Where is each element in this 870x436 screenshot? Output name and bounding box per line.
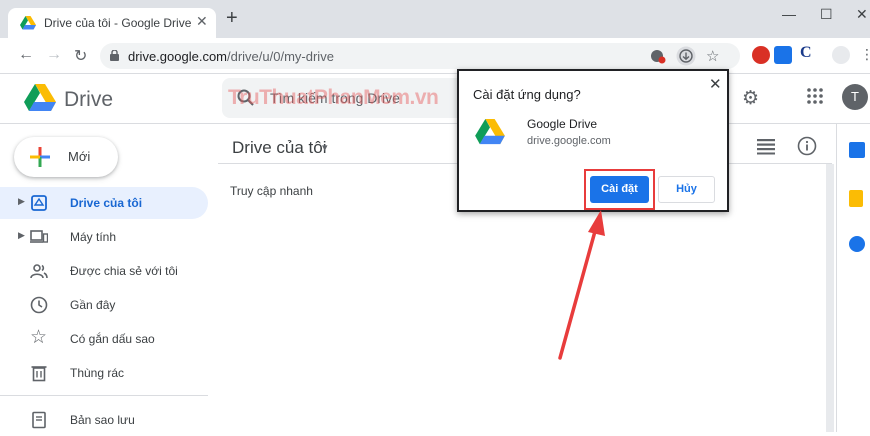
sidebar-item-recent[interactable]: Gần đây: [0, 289, 208, 321]
browser-tab-strip: Drive của tôi - Google Drive ✕ + — ☐ ✕: [0, 0, 870, 38]
plus-icon: [30, 147, 50, 167]
browser-menu-icon[interactable]: ⋮: [860, 46, 870, 63]
drive-logo-icon: [475, 119, 505, 145]
sidebar-item-label: Gần đây: [70, 298, 116, 312]
drive-favicon-icon: [20, 16, 36, 30]
dialog-close-icon[interactable]: ✕: [709, 75, 722, 93]
quick-access-heading: Truy cập nhanh: [230, 184, 313, 198]
tasks-icon[interactable]: [849, 236, 865, 252]
install-app-dialog: Cài đặt ứng dụng? ✕ Google Drive drive.g…: [457, 69, 729, 212]
settings-gear-icon[interactable]: ⚙: [742, 87, 759, 110]
new-button-label: Mới: [68, 149, 91, 164]
my-drive-icon: [31, 195, 47, 211]
tab-title: Drive của tôi - Google Drive: [44, 16, 192, 30]
lock-icon: [110, 50, 119, 61]
list-view-icon[interactable]: [756, 137, 776, 155]
new-tab-button[interactable]: +: [226, 8, 238, 28]
url-path: /drive/u/0/my-drive: [227, 49, 334, 64]
maximize-icon[interactable]: ☐: [820, 6, 833, 23]
browser-tab[interactable]: Drive của tôi - Google Drive ✕: [8, 8, 216, 38]
side-panel: [836, 124, 870, 432]
shared-icon: [30, 264, 48, 279]
sidebar-item-label: Máy tính: [70, 230, 117, 244]
cancel-button[interactable]: Hủy: [658, 176, 715, 203]
back-icon[interactable]: ←: [18, 46, 34, 64]
clock-icon: [30, 296, 48, 314]
expand-arrow-icon[interactable]: ▶: [18, 230, 25, 241]
tab-close-icon[interactable]: ✕: [196, 13, 208, 30]
sidebar-item-my-drive[interactable]: ▶ Drive của tôi: [0, 187, 208, 219]
backup-icon: [32, 411, 46, 429]
computer-icon: [30, 230, 48, 243]
install-app-icon[interactable]: [676, 46, 696, 66]
dialog-app-name: Google Drive: [527, 117, 598, 131]
page-title[interactable]: Drive của tôi: [232, 138, 326, 158]
window-close-icon[interactable]: ✕: [856, 6, 868, 23]
minimize-icon[interactable]: —: [782, 6, 796, 22]
browser-toolbar: ← → ↻ drive.google.com/drive/u/0/my-driv…: [0, 38, 870, 74]
install-button[interactable]: Cài đặt: [590, 176, 649, 203]
avatar[interactable]: T: [842, 84, 868, 110]
drive-logo-icon[interactable]: [24, 84, 56, 112]
scrollbar[interactable]: [826, 164, 834, 432]
extension-new-icon[interactable]: [774, 46, 792, 64]
expand-arrow-icon[interactable]: ▶: [18, 196, 25, 207]
info-icon[interactable]: [797, 136, 817, 156]
caret-down-icon[interactable]: ▾: [322, 141, 328, 154]
adblock-plus-icon[interactable]: [752, 46, 770, 64]
sidebar-item-starred[interactable]: ☆ Có gắn dấu sao: [0, 323, 208, 355]
url-host: drive.google.com: [128, 49, 227, 64]
forward-icon[interactable]: →: [46, 46, 62, 64]
watermark-text: TruThuatPhanMem.vn: [228, 86, 439, 109]
dialog-app-site: drive.google.com: [527, 135, 611, 147]
calendar-icon[interactable]: [849, 142, 865, 158]
reload-icon[interactable]: ↻: [74, 46, 87, 66]
sidebar-item-label: Drive của tôi: [70, 196, 143, 210]
url-text: drive.google.com/drive/u/0/my-drive: [128, 49, 334, 64]
address-bar[interactable]: drive.google.com/drive/u/0/my-drive ☆: [100, 43, 740, 69]
app-name: Drive: [64, 88, 114, 111]
sidebar-item-label: Có gắn dấu sao: [70, 332, 155, 346]
trash-icon: [31, 366, 47, 382]
cookie-blocked-icon[interactable]: [650, 48, 666, 64]
sidebar-item-shared[interactable]: Được chia sẻ với tôi: [0, 255, 208, 287]
sidebar-divider: [0, 395, 208, 396]
sidebar-item-trash[interactable]: Thùng rác: [0, 357, 208, 389]
apps-grid-icon[interactable]: [806, 87, 824, 105]
keep-icon[interactable]: [849, 190, 863, 207]
new-button[interactable]: Mới: [14, 137, 118, 177]
sidebar-item-label: Bản sao lưu: [70, 413, 135, 427]
sidebar-item-backups[interactable]: Bản sao lưu: [0, 404, 208, 436]
sidebar-item-label: Được chia sẻ với tôi: [70, 264, 178, 278]
bookmark-star-icon[interactable]: ☆: [706, 47, 719, 65]
sidebar-item-computers[interactable]: ▶ Máy tính: [0, 221, 208, 253]
profile-icon[interactable]: [832, 46, 850, 64]
sidebar-item-label: Thùng rác: [70, 366, 125, 380]
extension-c-icon[interactable]: C: [800, 44, 812, 62]
star-icon: ☆: [30, 327, 48, 348]
dialog-title: Cài đặt ứng dụng?: [473, 87, 581, 102]
